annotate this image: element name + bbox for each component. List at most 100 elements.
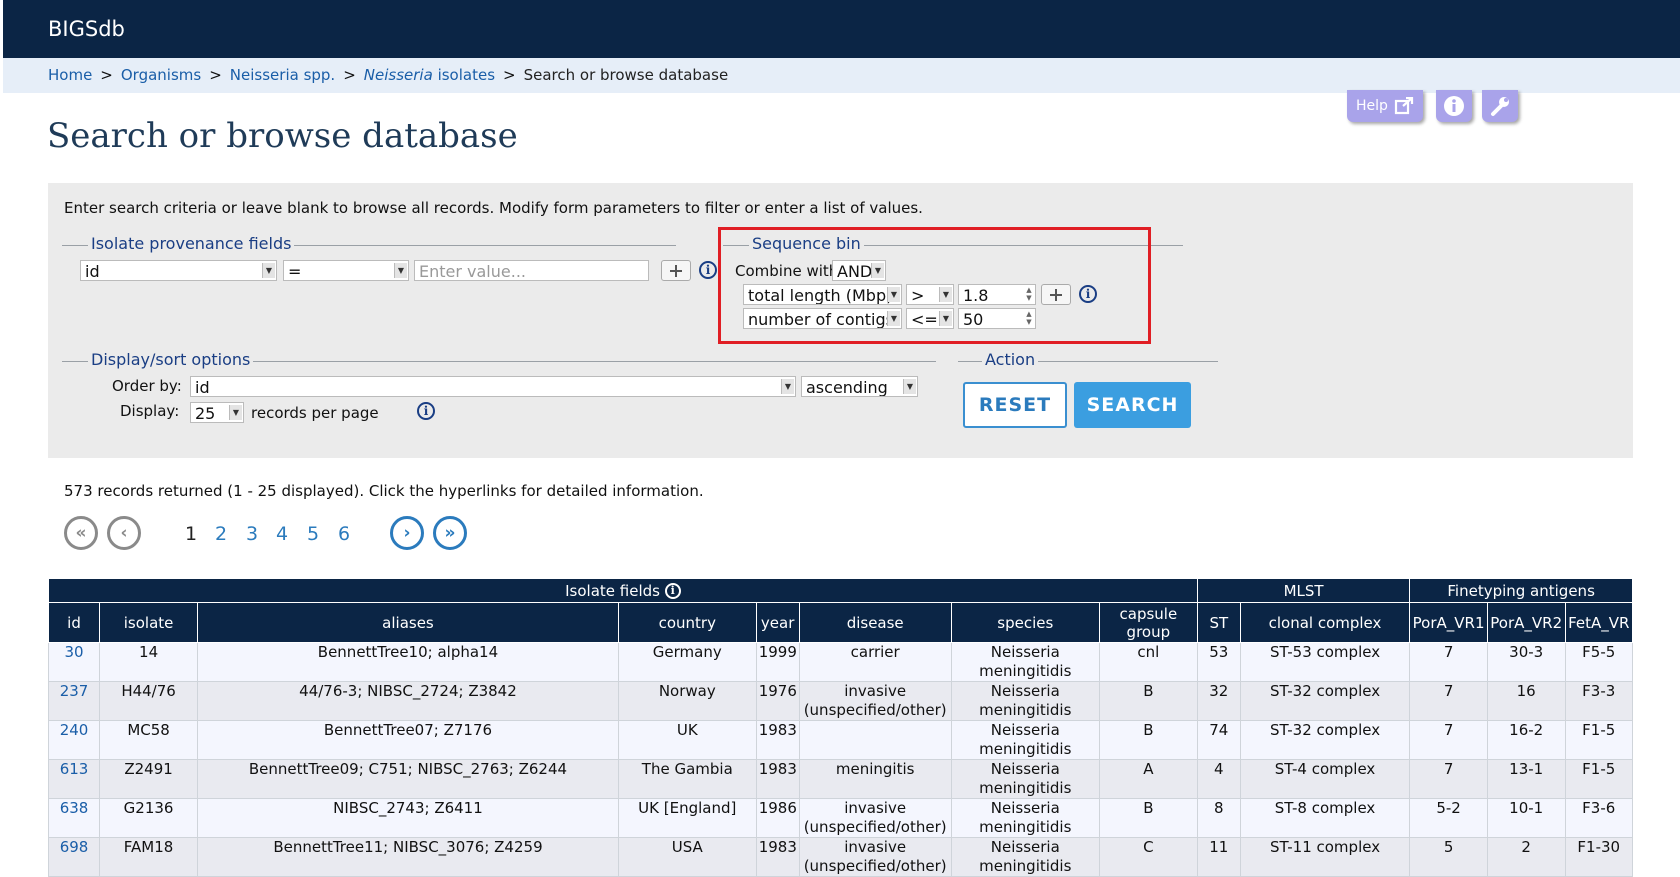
table-cell: UK: [617, 720, 757, 760]
column-header[interactable]: aliases: [197, 602, 619, 643]
help-label: Help: [1356, 98, 1388, 114]
table-cell: 11: [1196, 837, 1241, 877]
isolate-id-link[interactable]: 698: [47, 837, 101, 877]
records-per-page-label: records per page: [251, 404, 379, 422]
table-cell: Z2491: [99, 759, 199, 799]
plus-icon: [670, 264, 682, 277]
display-fieldset: Display/sort options Order by: id ▼ asce…: [62, 350, 936, 442]
table-cell: B: [1098, 720, 1198, 760]
isolate-id-link[interactable]: 613: [47, 759, 101, 799]
table-cell: 44/76-3; NIBSC_2724; Z3842: [197, 681, 619, 721]
table-cell: 30-3: [1486, 642, 1566, 682]
help-button[interactable]: Help: [1347, 90, 1423, 122]
breadcrumb-neisseria-spp[interactable]: Neisseria spp.: [230, 66, 335, 84]
table-cell: F1-30: [1564, 837, 1633, 877]
sort-direction-select[interactable]: ascending ▼: [801, 376, 918, 397]
table-row: 240 MC58 BennettTree07; Z7176 UK 1983 Neisser…: [47, 720, 1633, 760]
mlst-group-header: MLST: [1196, 578, 1411, 603]
provenance-value-input[interactable]: Enter value...: [414, 260, 649, 281]
table-cell: carrier: [798, 642, 952, 682]
column-header[interactable]: species: [950, 602, 1100, 643]
page-number-link[interactable]: 5: [307, 523, 319, 545]
last-page-button[interactable]: »: [433, 516, 467, 550]
isolate-id-link[interactable]: 638: [47, 798, 101, 838]
breadcrumb: Home > Organisms > Neisseria spp. > Neisseria …: [3, 58, 1680, 93]
records-per-page-select[interactable]: 25 ▼: [190, 402, 244, 423]
table-cell: 14: [99, 642, 199, 682]
breadcrumb-organisms[interactable]: Organisms: [121, 66, 201, 84]
breadcrumb-home[interactable]: Home: [48, 66, 92, 84]
table-cell: 7: [1409, 681, 1488, 721]
provenance-legend: Isolate provenance fields: [88, 234, 295, 253]
top-navbar: BIGSdb: [3, 0, 1680, 58]
column-header[interactable]: country: [617, 602, 757, 643]
column-header[interactable]: clonal complex: [1239, 602, 1411, 643]
isolate-id-link[interactable]: 237: [47, 681, 101, 721]
form-instructions: Enter search criteria or leave blank to …: [64, 199, 923, 217]
table-cell: meningitis: [798, 759, 952, 799]
table-cell: BennettTree09; C751; NIBSC_2763; Z6244: [197, 759, 619, 799]
table-cell: [798, 720, 952, 760]
page-number-link[interactable]: 2: [215, 523, 227, 545]
table-cell: F1-5: [1564, 720, 1633, 760]
table-cell: ST-32 complex: [1239, 720, 1411, 760]
column-header[interactable]: capsule group: [1098, 602, 1198, 643]
reset-button[interactable]: RESET: [963, 382, 1067, 428]
table-cell: 5-2: [1409, 798, 1488, 838]
table-cell: BennettTree11; NIBSC_3076; Z4259: [197, 837, 619, 877]
info-circle-icon: [1444, 96, 1464, 116]
column-header[interactable]: year: [755, 602, 800, 643]
isolate-id-link[interactable]: 30: [47, 642, 101, 682]
table-cell: ST-53 complex: [1239, 642, 1411, 682]
table-cell: BennettTree10; alpha14: [197, 642, 619, 682]
breadcrumb-neisseria-isolates[interactable]: Neisseria isolates: [364, 66, 495, 84]
first-page-button[interactable]: «: [64, 516, 98, 550]
info-button[interactable]: [1436, 90, 1472, 122]
column-header[interactable]: FetA_VR: [1564, 602, 1633, 643]
display-legend: Display/sort options: [88, 350, 254, 369]
previous-page-button[interactable]: ‹: [107, 516, 141, 550]
column-header[interactable]: disease: [798, 602, 952, 643]
next-page-button[interactable]: ›: [390, 516, 424, 550]
chevron-down-icon: ▼: [262, 263, 275, 278]
brand-logo[interactable]: BIGSdb: [48, 17, 125, 41]
provenance-field-select[interactable]: id ▼: [80, 260, 277, 281]
page-title: Search or browse database: [47, 116, 518, 156]
search-button[interactable]: SEARCH: [1074, 382, 1191, 428]
provenance-fieldset: Isolate provenance fields id ▼ = ▼ Enter…: [62, 234, 717, 306]
column-header[interactable]: ST: [1196, 602, 1241, 643]
page-number-link[interactable]: 6: [338, 523, 350, 545]
action-fieldset: Action RESET SEARCH: [958, 350, 1218, 442]
page-number-link[interactable]: 3: [246, 523, 258, 545]
column-header[interactable]: id: [47, 602, 101, 643]
breadcrumb-separator: >: [503, 66, 516, 84]
table-cell: BennettTree07; Z7176: [197, 720, 619, 760]
table-cell: NIBSC_2743; Z6411: [197, 798, 619, 838]
display-label: Display:: [120, 402, 180, 420]
order-by-select[interactable]: id ▼: [190, 376, 796, 397]
isolate-id-link[interactable]: 240: [47, 720, 101, 760]
table-cell: 7: [1409, 720, 1488, 760]
table-cell: B: [1098, 798, 1198, 838]
table-cell: A: [1098, 759, 1198, 799]
column-header[interactable]: PorA_VR2: [1486, 602, 1566, 643]
table-cell: 16: [1486, 681, 1566, 721]
provenance-operator-select[interactable]: = ▼: [283, 260, 409, 281]
column-header[interactable]: PorA_VR1: [1409, 602, 1488, 643]
page-number-link[interactable]: 4: [276, 523, 288, 545]
info-icon[interactable]: i: [417, 402, 435, 420]
finetyping-group-header: Finetyping antigens: [1409, 578, 1633, 603]
add-provenance-row-button[interactable]: [661, 260, 691, 281]
column-header[interactable]: isolate: [99, 602, 199, 643]
info-icon[interactable]: i: [699, 261, 717, 279]
results-table: Isolate fields i MLST Finetyping antigen…: [47, 578, 1633, 877]
info-icon[interactable]: i: [664, 583, 681, 599]
table-row: 30 14 BennettTree10; alpha14 Germany 1999 car…: [47, 642, 1633, 682]
settings-button[interactable]: [1482, 90, 1518, 122]
action-legend: Action: [982, 350, 1039, 369]
table-cell: F3-3: [1564, 681, 1633, 721]
breadcrumb-separator: >: [100, 66, 113, 84]
table-cell: F5-5: [1564, 642, 1633, 682]
table-cell: 1986: [755, 798, 800, 838]
sequence-bin-highlight: [718, 227, 1151, 344]
